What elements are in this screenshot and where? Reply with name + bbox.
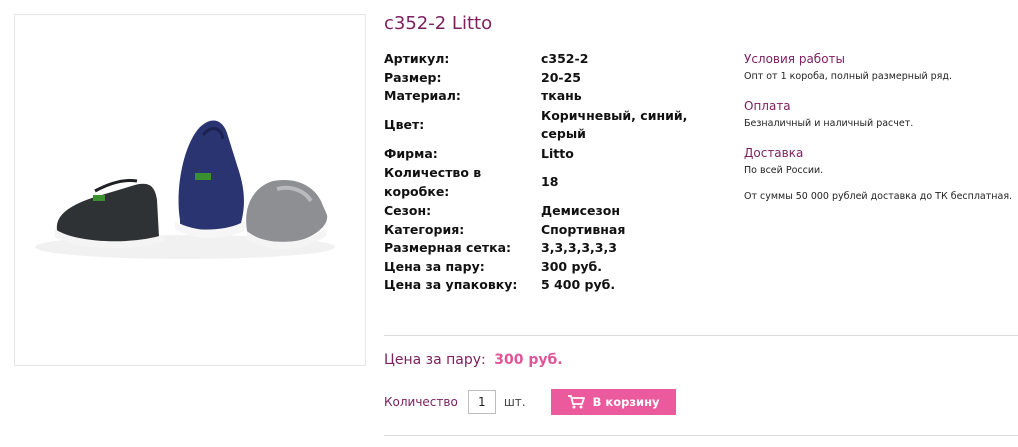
terms-text: Опт от 1 короба, полный размерный ряд. <box>744 71 952 82</box>
spec-label: Артикул: <box>384 51 450 66</box>
spec-label: Цвет: <box>384 116 425 132</box>
spec-label: Материал: <box>384 88 461 103</box>
spec-value: Спортивная <box>541 221 626 237</box>
specs-table: Артикул: c352-2 Размер: 20-25 Материал: … <box>384 50 697 295</box>
spec-row-size-grid: Размерная сетка: 3,3,3,3,3,3 <box>384 239 697 258</box>
spec-value: c352-2 <box>541 51 589 66</box>
spec-value: Litto <box>541 145 574 161</box>
payment-block: Оплата Безналичный и наличный расчет. <box>744 98 1014 131</box>
shoe-grey <box>246 179 328 250</box>
spec-label: Размерная сетка: <box>384 240 512 255</box>
spec-value: Демисезон <box>541 203 620 218</box>
divider-bottom <box>384 435 1018 436</box>
price-line: Цена за пару: 300 руб. <box>384 352 563 368</box>
spec-row-color: Цвет: Коричневый, синий, серый <box>384 106 697 145</box>
spec-row-season: Сезон: Демисезон <box>384 202 697 221</box>
spec-label: Категория: <box>384 221 465 237</box>
quantity-row: Количество шт. В корзину <box>384 389 676 415</box>
spec-label: Сезон: <box>384 203 432 218</box>
delivery-block: Доставка По всей России. От суммы 50 000… <box>744 145 1014 204</box>
spec-label: Фирма: <box>384 145 438 161</box>
terms-heading: Условия работы <box>744 52 846 66</box>
shoe-dark-grey <box>55 179 164 249</box>
spec-label: Цена за упаковку: <box>384 277 518 292</box>
cart-icon <box>567 395 585 409</box>
payment-text: Безналичный и наличный расчет. <box>744 118 914 129</box>
info-panel: Условия работы Опт от 1 короба, полный р… <box>744 51 1014 218</box>
spec-value: ткань <box>541 88 582 103</box>
spec-value: 20-25 <box>541 69 581 85</box>
spec-value: 300 руб. <box>541 258 603 274</box>
payment-heading: Оплата <box>744 99 791 113</box>
spec-row-material: Материал: ткань <box>384 87 697 106</box>
spec-row-brand: Фирма: Litto <box>384 145 697 164</box>
spec-value: 3,3,3,3,3,3 <box>541 240 617 255</box>
spec-label: Размер: <box>384 69 442 85</box>
spec-row-size: Размер: 20-25 <box>384 69 697 88</box>
spec-row-article: Артикул: c352-2 <box>384 50 697 69</box>
product-image[interactable] <box>14 14 366 366</box>
cart-button-label: В корзину <box>592 395 660 409</box>
spec-value: 5 400 руб. <box>541 277 616 292</box>
price-label: Цена за пару: <box>384 352 486 368</box>
quantity-input[interactable] <box>467 390 496 414</box>
spec-value: 18 <box>541 174 559 190</box>
spec-label: Количество в коробке: <box>384 165 482 199</box>
terms-block: Условия работы Опт от 1 короба, полный р… <box>744 51 1014 84</box>
spec-label: Цена за пару: <box>384 258 485 274</box>
shoes-illustration <box>35 120 335 259</box>
shoe-navy <box>175 120 247 238</box>
delivery-text: По всей России. <box>744 165 824 176</box>
delivery-extra-text: От суммы 50 000 рублей доставка до ТК бе… <box>744 191 1013 202</box>
delivery-heading: Доставка <box>744 146 804 160</box>
spec-value: Коричневый, синий, серый <box>541 107 688 142</box>
add-to-cart-button[interactable]: В корзину <box>550 389 676 415</box>
spec-row-box-quantity: Количество в коробке: 18 <box>384 163 697 202</box>
quantity-unit: шт. <box>503 395 526 409</box>
spec-row-price-pair: Цена за пару: 300 руб. <box>384 258 697 277</box>
spec-row-price-pack: Цена за упаковку: 5 400 руб. <box>384 276 697 295</box>
product-title: c352-2 Litto <box>384 13 493 34</box>
spec-row-category: Категория: Спортивная <box>384 221 697 240</box>
price-value: 300 руб. <box>494 352 563 368</box>
divider-top <box>384 335 1018 336</box>
quantity-label: Количество <box>384 395 458 409</box>
